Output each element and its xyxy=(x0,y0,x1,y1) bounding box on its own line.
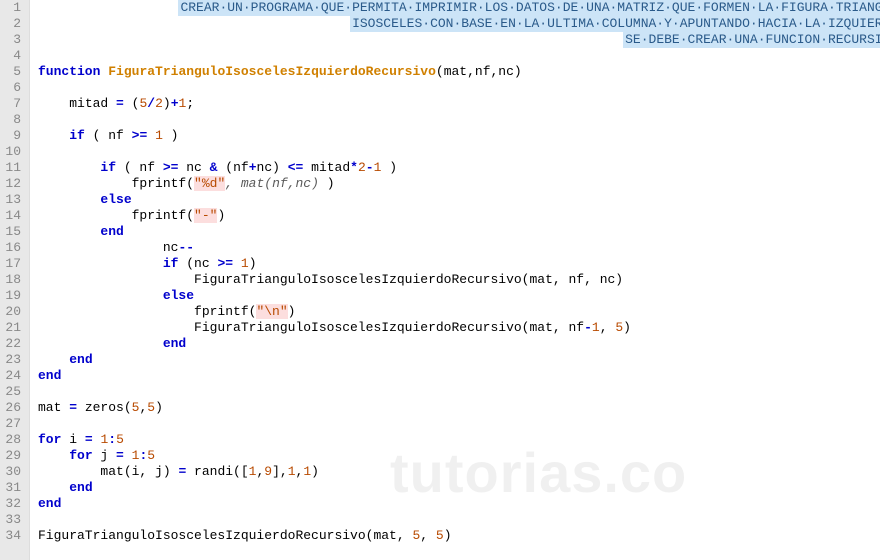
code-line: for j = 1:5 xyxy=(38,448,880,464)
line-number: 3 xyxy=(4,32,21,48)
line-number: 12 xyxy=(4,176,21,192)
code-line: FiguraTrianguloIsoscelesIzquierdoRecursi… xyxy=(38,528,880,544)
line-number: 34 xyxy=(4,528,21,544)
code-line: end xyxy=(38,496,880,512)
blank-line xyxy=(38,48,880,64)
code-line: end xyxy=(38,224,880,240)
line-number: 20 xyxy=(4,304,21,320)
code-line: fprintf("%d", mat(nf,nc) ) xyxy=(38,176,880,192)
line-number: 29 xyxy=(4,448,21,464)
line-number: 1 xyxy=(4,0,21,16)
code-line: fprintf("-") xyxy=(38,208,880,224)
code-line: mitad = (5/2)+1; xyxy=(38,96,880,112)
line-number: 2 xyxy=(4,16,21,32)
line-number: 23 xyxy=(4,352,21,368)
comment-line: ISOSCELES·CON·BASE·EN·LA·ULTIMA·COLUMNA·… xyxy=(38,16,880,32)
line-number: 27 xyxy=(4,416,21,432)
line-number: 33 xyxy=(4,512,21,528)
line-number: 17 xyxy=(4,256,21,272)
code-line: fprintf("\n") xyxy=(38,304,880,320)
comment-line: SE·DEBE·CREAR·UNA·FUNCION·RECURSIVA xyxy=(38,32,880,48)
code-line: for i = 1:5 xyxy=(38,432,880,448)
code-line: end xyxy=(38,368,880,384)
line-number: 13 xyxy=(4,192,21,208)
code-line: mat(i, j) = randi([1,9],1,1) xyxy=(38,464,880,480)
blank-line xyxy=(38,112,880,128)
code-line: end xyxy=(38,336,880,352)
line-number: 10 xyxy=(4,144,21,160)
blank-line xyxy=(38,512,880,528)
code-line: if (nc >= 1) xyxy=(38,256,880,272)
code-line: else xyxy=(38,192,880,208)
code-line: function FiguraTrianguloIsoscelesIzquier… xyxy=(38,64,880,80)
line-number: 22 xyxy=(4,336,21,352)
line-number: 19 xyxy=(4,288,21,304)
line-number-gutter: 1234567891011121314151617181920212223242… xyxy=(0,0,30,560)
line-number: 7 xyxy=(4,96,21,112)
line-number: 32 xyxy=(4,496,21,512)
line-number: 6 xyxy=(4,80,21,96)
blank-line xyxy=(38,80,880,96)
blank-line xyxy=(38,384,880,400)
blank-line xyxy=(38,144,880,160)
line-number: 25 xyxy=(4,384,21,400)
comment-line: CREAR·UN·PROGRAMA·QUE·PERMITA·IMPRIMIR·L… xyxy=(38,0,880,16)
line-number: 26 xyxy=(4,400,21,416)
code-line: end xyxy=(38,352,880,368)
code-line: FiguraTrianguloIsoscelesIzquierdoRecursi… xyxy=(38,320,880,336)
line-number: 18 xyxy=(4,272,21,288)
code-line: if ( nf >= 1 ) xyxy=(38,128,880,144)
code-line: else xyxy=(38,288,880,304)
line-number: 30 xyxy=(4,464,21,480)
blank-line xyxy=(38,416,880,432)
line-number: 14 xyxy=(4,208,21,224)
code-line: end xyxy=(38,480,880,496)
line-number: 16 xyxy=(4,240,21,256)
line-number: 8 xyxy=(4,112,21,128)
line-number: 28 xyxy=(4,432,21,448)
code-editor: 1234567891011121314151617181920212223242… xyxy=(0,0,880,560)
line-number: 5 xyxy=(4,64,21,80)
line-number: 11 xyxy=(4,160,21,176)
code-line: mat = zeros(5,5) xyxy=(38,400,880,416)
line-number: 31 xyxy=(4,480,21,496)
code-line: nc-- xyxy=(38,240,880,256)
code-line: if ( nf >= nc & (nf+nc) <= mitad*2-1 ) xyxy=(38,160,880,176)
line-number: 21 xyxy=(4,320,21,336)
code-area[interactable]: tutorias.co CREAR·UN·PROGRAMA·QUE·PERMIT… xyxy=(30,0,880,560)
line-number: 15 xyxy=(4,224,21,240)
line-number: 24 xyxy=(4,368,21,384)
line-number: 9 xyxy=(4,128,21,144)
line-number: 4 xyxy=(4,48,21,64)
code-line: FiguraTrianguloIsoscelesIzquierdoRecursi… xyxy=(38,272,880,288)
